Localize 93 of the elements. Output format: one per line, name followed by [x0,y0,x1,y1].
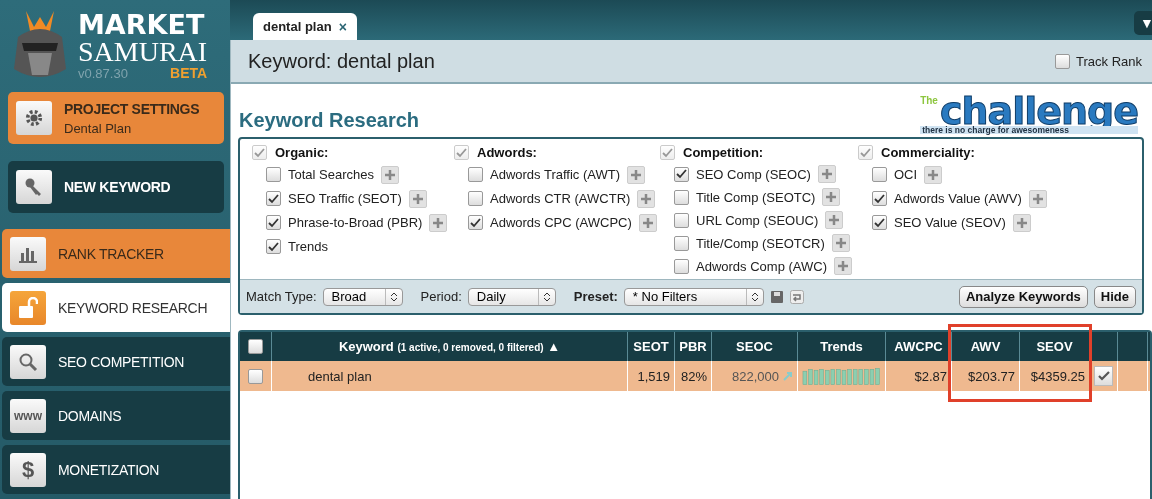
option-label: Adwords Value (AWV) [894,191,1022,206]
option-label: URL Comp (SEOUC) [696,212,819,228]
logo-text: MARKET [78,11,206,38]
version-label: v0.87.30 [78,67,128,80]
section-title: Keyword Research [239,109,420,132]
banner-tagline: there is no charge for awesomeness [920,125,1138,134]
add-icon[interactable] [638,213,657,232]
option-label: SEO Comp (SEOC) [696,166,811,182]
option-label: SEO Traffic (SEOT) [288,191,402,206]
tick-icon[interactable] [1094,366,1113,386]
table-cell: 1,519 [637,368,670,384]
table-cell: $203.77 [968,368,1015,384]
column-header[interactable]: Keyword (1 active, 0 removed, 0 filtered) ▲ [338,339,561,354]
gear-icon [25,109,43,127]
column-header[interactable]: SEOT [633,339,669,354]
column-header[interactable]: SEOC [736,339,773,354]
add-icon[interactable] [429,213,448,232]
select-all-checkbox[interactable] [248,339,263,354]
add-icon[interactable] [627,165,646,184]
checkbox-label: Track Rank [1076,53,1142,69]
trend-arrow-icon [783,371,793,381]
table-cell: 822,000 [732,368,779,384]
table-cell: 82% [680,368,707,384]
add-icon[interactable] [817,165,836,183]
sidebar-item[interactable]: NEW KEYWORD [8,161,224,213]
dropdown-select[interactable]: * No Filters [623,287,764,306]
updown-arrows-icon [543,291,550,302]
option-label: Trends [288,239,328,254]
option-label: Adwords Traffic (AWT) [490,167,621,182]
column-header[interactable]: PBR [679,339,707,354]
nav-icon: $ [21,456,35,483]
save-icon[interactable] [769,289,784,304]
option-label: OCI [894,167,918,182]
option-label: Title/Comp (SEOTCR) [696,235,825,251]
menu-button[interactable]: ▼ [1134,11,1152,35]
table-cell: $4359.25 [1030,368,1085,384]
field-label: Period: [420,289,462,304]
padlock-icon [18,296,38,319]
updown-arrows-icon [751,291,758,302]
group-title: Competition: [683,145,764,160]
row-checkbox[interactable] [248,368,263,384]
option-label: Adwords CTR (AWCTR) [490,191,631,206]
add-icon[interactable] [831,234,850,252]
sidebar-item[interactable]: PROJECT SETTINGS Dental Plan [8,92,224,144]
add-icon[interactable] [408,189,427,208]
action-button[interactable]: Analyze Keywords [958,285,1088,308]
column-header[interactable]: SEOV [1036,339,1073,354]
field-label: Preset: [573,289,618,304]
sidebar-item[interactable]: www DOMAINS [2,391,230,440]
sidebar-item[interactable]: RANK TRACKER [2,229,230,278]
option-label: Adwords Comp (AWC) [696,258,827,274]
add-icon[interactable] [381,165,399,184]
field-label: Match Type: [246,289,317,304]
option-label: Phrase-to-Broad (PBR) [288,215,423,230]
sidebar-item[interactable]: $ MONETIZATION [2,445,230,494]
banner-text: The [920,95,938,106]
document-tab[interactable]: dental plan × [253,13,357,40]
add-icon[interactable] [825,211,844,229]
logo-text: SAMURAI [78,38,208,66]
option-label: Total Searches [288,167,374,182]
dropdown-select[interactable]: Daily [467,287,556,306]
add-icon[interactable] [834,257,852,275]
column-header[interactable]: Trends [820,339,863,354]
action-button[interactable]: Hide [1093,285,1136,308]
column-header[interactable]: AWCPC [894,339,943,354]
group-title: Adwords: [477,145,537,160]
nav-icon: www [14,408,42,423]
keyword-cell-text: dental plan [307,368,372,384]
add-icon[interactable] [1012,213,1031,232]
add-icon[interactable] [822,188,841,206]
beta-label: BETA [170,66,208,80]
sidebar-item[interactable]: KEYWORD RESEARCH [2,283,230,332]
banner-logo: challenge [939,95,1138,126]
project-name: Dental Plan [64,120,133,136]
close-icon[interactable]: × [338,18,347,35]
key-icon [24,177,44,197]
search-icon [18,351,38,372]
reset-icon[interactable] [789,289,804,304]
option-label: Title Comp (SEOTC) [696,189,816,205]
table-cell: $2.87 [914,368,947,384]
updown-arrows-icon [390,291,397,302]
add-icon[interactable] [1028,189,1047,208]
option-label: SEO Value (SEOV) [894,215,1006,230]
add-icon[interactable] [637,189,656,208]
sidebar-item[interactable]: SEO COMPETITION [2,337,230,386]
add-icon[interactable] [924,165,943,184]
keyword-title: Keyword: dental plan [248,49,435,73]
group-title: Commerciality: [881,145,975,160]
track-rank-checkbox[interactable] [1055,53,1070,69]
option-label: Adwords CPC (AWCPC) [490,215,632,230]
group-title: Organic: [275,145,329,160]
dropdown-select[interactable]: Broad [322,287,403,306]
column-header[interactable]: AWV [970,339,1001,354]
